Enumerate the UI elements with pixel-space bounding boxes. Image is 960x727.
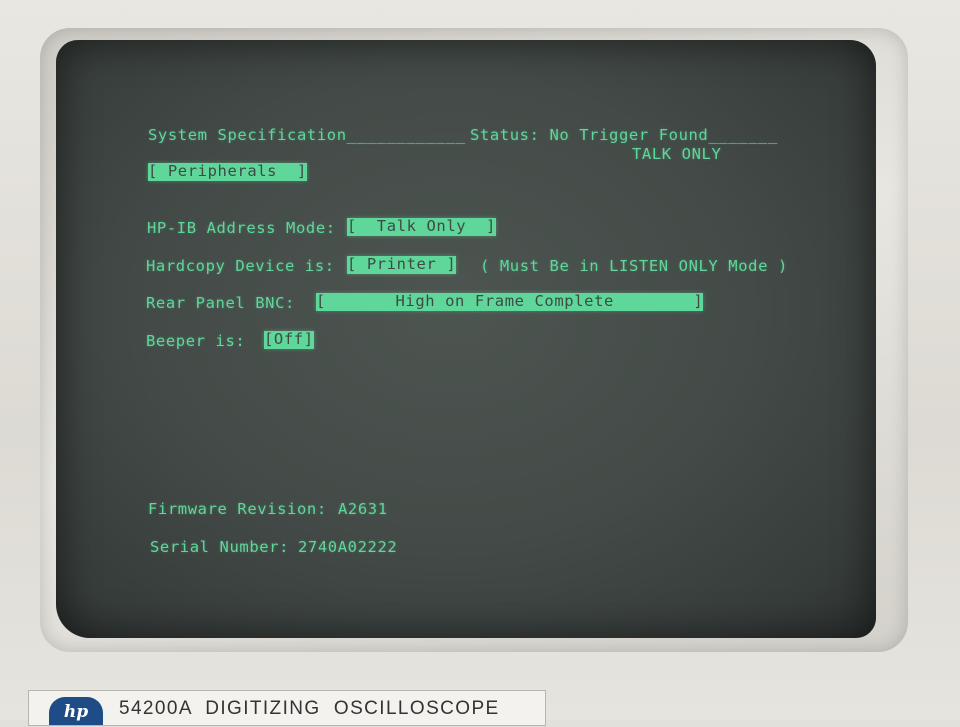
beeper-field[interactable]: [Off]: [264, 331, 314, 349]
hardcopy-note: ( Must Be in LISTEN ONLY Mode ): [480, 257, 788, 275]
crt-screen: System Specification____________ Status:…: [56, 40, 876, 638]
hpib-address-mode-field[interactable]: [ Talk Only ]: [347, 218, 496, 236]
hardcopy-device-label: Hardcopy Device is:: [146, 257, 335, 275]
hpib-address-mode-label: HP-IB Address Mode:: [147, 219, 336, 237]
hp-logo: hp: [49, 697, 103, 725]
screen-title: System Specification____________: [148, 126, 466, 144]
hardcopy-device-field[interactable]: [ Printer ]: [347, 256, 457, 274]
firmware-revision-label: Firmware Revision:: [148, 500, 327, 518]
firmware-revision-value: A2631: [338, 500, 388, 518]
model-nameplate: hp 54200A DIGITIZING OSCILLOSCOPE: [28, 690, 546, 726]
rear-panel-bnc-field[interactable]: [ High on Frame Complete ]: [316, 293, 704, 311]
serial-number-value: 2740A02222: [298, 538, 398, 556]
trigger-status: Status: No Trigger Found_______: [470, 126, 778, 144]
model-label: 54200A DIGITIZING OSCILLOSCOPE: [119, 698, 500, 719]
serial-number-label: Serial Number:: [150, 538, 290, 556]
talk-only-indicator: TALK ONLY: [632, 145, 722, 163]
beeper-label: Beeper is:: [146, 332, 246, 350]
peripherals-menu-tab[interactable]: [ Peripherals ]: [148, 163, 307, 181]
rear-panel-bnc-label: Rear Panel BNC:: [146, 294, 295, 312]
